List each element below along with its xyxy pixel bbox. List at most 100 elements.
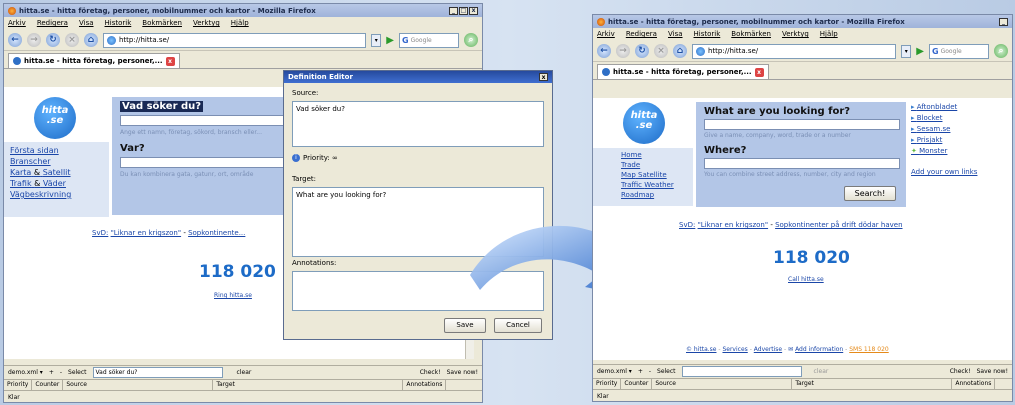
menu-visa[interactable]: Visa [668, 30, 683, 39]
menu-verktyg[interactable]: Verktyg [782, 30, 809, 39]
url-bar[interactable]: http://hitta.se/ [103, 32, 367, 48]
forward-icon[interactable]: → [27, 33, 41, 47]
news-link-1[interactable]: "Liknar en krigszon" [698, 221, 769, 229]
col-source[interactable]: Source [63, 380, 214, 390]
what-input[interactable] [120, 115, 292, 126]
select-input[interactable]: Vad söker du? [92, 367, 223, 378]
menu-historik[interactable]: Historik [694, 30, 721, 39]
hitta-logo[interactable]: hitta .se [34, 97, 76, 139]
footer-copyright[interactable]: © hitta.se [686, 346, 716, 353]
nav-branscher[interactable]: Branscher [10, 156, 71, 167]
maximize-icon[interactable]: □ [459, 6, 468, 15]
minimize-icon[interactable]: _ [999, 17, 1008, 26]
nav-satellite[interactable]: Satellite [638, 171, 667, 179]
home-icon[interactable]: ⌂ [673, 44, 687, 58]
col-counter[interactable]: Counter [32, 380, 64, 390]
nav-map[interactable]: Map [621, 171, 636, 179]
add-button[interactable]: + [638, 368, 643, 375]
tab-hitta[interactable]: hitta.se - hitta företag, personer,... x [8, 53, 180, 68]
call-link[interactable]: Ring hitta.se [214, 292, 252, 299]
add-your-own-links[interactable]: Add your own links [911, 167, 977, 178]
nav-traffic[interactable]: Traffic [621, 181, 642, 189]
check-button[interactable]: Check! [950, 368, 971, 375]
url-bar[interactable]: http://hitta.se/ [692, 43, 897, 59]
menu-redigera[interactable]: Redigera [626, 30, 657, 39]
footer-sms[interactable]: SMS 118 020 [849, 346, 889, 353]
add-button[interactable]: + [49, 369, 54, 376]
file-select[interactable]: demo.xml ▾ [597, 368, 632, 375]
what-input[interactable] [704, 119, 900, 130]
close-tab-icon[interactable]: x [165, 56, 175, 66]
menu-verktyg[interactable]: Verktyg [193, 19, 220, 28]
footer-advertise[interactable]: Advertise [754, 346, 782, 353]
file-select[interactable]: demo.xml ▾ [8, 369, 43, 376]
search-go-icon[interactable]: ⌕ [464, 33, 478, 47]
col-annotations[interactable]: Annotations [403, 380, 447, 390]
link-aftonbladet[interactable]: ▸ Aftonbladet [911, 102, 977, 113]
check-button[interactable]: Check! [420, 369, 441, 376]
url-dropdown-icon[interactable]: ▾ [901, 44, 912, 58]
menu-historik[interactable]: Historik [105, 19, 132, 28]
menu-arkiv[interactable]: Arkiv [8, 19, 26, 28]
col-priority[interactable]: Priority [4, 380, 33, 390]
close-icon[interactable]: x [469, 6, 478, 15]
news-source[interactable]: SvD: [92, 229, 108, 237]
nav-roadmap[interactable]: Roadmap [621, 190, 674, 200]
col-priority[interactable]: Priority [593, 379, 622, 389]
minimize-icon[interactable]: _ [449, 6, 458, 15]
link-sesam[interactable]: ▸ Sesam.se [911, 124, 977, 135]
save-now-button[interactable]: Save now! [447, 369, 478, 376]
clear-button[interactable]: clear [237, 369, 252, 376]
menu-redigera[interactable]: Redigera [37, 19, 68, 28]
menu-hjalp[interactable]: Hjälp [231, 19, 249, 28]
where-input[interactable] [120, 157, 292, 168]
go-icon[interactable]: ▶ [916, 46, 924, 57]
close-tab-icon[interactable]: x [754, 67, 764, 77]
nav-weather[interactable]: Weather [644, 181, 673, 189]
nav-karta[interactable]: Karta [10, 168, 31, 177]
col-target[interactable]: Target [792, 379, 953, 389]
save-now-button[interactable]: Save now! [977, 368, 1008, 375]
stop-icon[interactable]: × [65, 33, 79, 47]
source-field[interactable]: Vad söker du? [292, 101, 544, 147]
col-annotations[interactable]: Annotations [952, 379, 996, 389]
home-icon[interactable]: ⌂ [84, 33, 98, 47]
close-icon[interactable]: x [539, 73, 548, 81]
menu-bokmarken[interactable]: Bokmärken [142, 19, 182, 28]
menu-visa[interactable]: Visa [79, 19, 94, 28]
menu-hjalp[interactable]: Hjälp [820, 30, 838, 39]
select-input[interactable] [681, 366, 802, 377]
go-icon[interactable]: ▶ [386, 35, 394, 46]
menu-arkiv[interactable]: Arkiv [597, 30, 615, 39]
search-input[interactable]: G Google [399, 32, 459, 48]
menu-bokmarken[interactable]: Bokmärken [731, 30, 771, 39]
tab-hitta[interactable]: hitta.se - hitta företag, personer,... x [597, 64, 769, 79]
save-button[interactable]: Save [444, 318, 486, 333]
clear-button[interactable]: clear [814, 368, 829, 375]
nav-trafik[interactable]: Trafik [10, 179, 32, 188]
news-source[interactable]: SvD: [679, 221, 695, 229]
hitta-logo[interactable]: hitta .se [623, 102, 665, 144]
news-link-2[interactable]: Sopkontinenter på drift dödar haven [775, 221, 902, 229]
link-monster[interactable]: ✦ Monster [911, 146, 977, 157]
footer-services[interactable]: Services [722, 346, 747, 353]
url-dropdown-icon[interactable]: ▾ [371, 33, 382, 47]
reload-icon[interactable]: ↻ [46, 33, 60, 47]
link-blocket[interactable]: ▸ Blocket [911, 113, 977, 124]
search-button[interactable]: Search! [844, 186, 896, 201]
reload-icon[interactable]: ↻ [635, 44, 649, 58]
nav-vader[interactable]: Väder [43, 179, 66, 188]
nav-home[interactable]: Home [621, 150, 674, 160]
back-icon[interactable]: ← [8, 33, 22, 47]
news-link-2[interactable]: Sopkontinente... [188, 229, 245, 237]
stop-icon[interactable]: × [654, 44, 668, 58]
link-prisjakt[interactable]: ▸ Prisjakt [911, 135, 977, 146]
forward-icon[interactable]: → [616, 44, 630, 58]
nav-vagbeskrivning[interactable]: Vägbeskrivning [10, 189, 71, 200]
footer-add-info[interactable]: Add information [795, 346, 843, 353]
col-target[interactable]: Target [213, 380, 404, 390]
where-input[interactable] [704, 158, 900, 169]
nav-satellit[interactable]: Satellit [43, 168, 71, 177]
search-go-icon[interactable]: ⌕ [994, 44, 1008, 58]
search-input[interactable]: G Google [929, 43, 989, 59]
